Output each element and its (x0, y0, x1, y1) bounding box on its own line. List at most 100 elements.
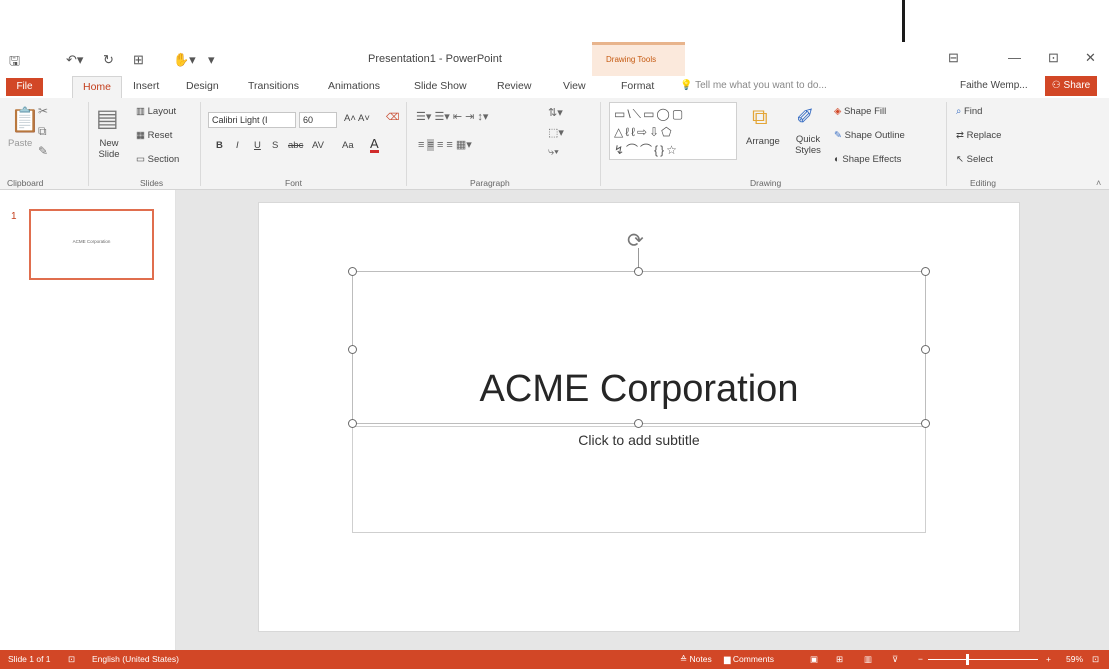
change-case-button[interactable]: Aa (342, 140, 354, 151)
shapes-row-1[interactable]: ▭\⟍▭◯▢ (614, 105, 732, 123)
minimize-button[interactable]: — (1008, 50, 1021, 65)
normal-view-icon[interactable]: ▣ (810, 654, 818, 665)
slide-thumbnail[interactable]: ACME Corporation (29, 209, 154, 280)
tab-design[interactable]: Design (186, 80, 219, 92)
resize-handle[interactable] (634, 419, 643, 428)
bullets-icon[interactable]: ☰▾ ☰▾ ⇤ ⇥ ↕▾ (416, 110, 488, 123)
align-icon[interactable]: ≡ ≡ ≡ ≡ ▦▾ (418, 138, 472, 151)
font-size-select[interactable]: 60 (299, 112, 337, 128)
reset-button[interactable]: ▦ Reset (136, 130, 172, 141)
new-slide-label-2: Slide (98, 149, 120, 160)
user-account[interactable]: Faithe Wemp... (960, 80, 1028, 91)
section-button[interactable]: ▭ Section (136, 154, 179, 165)
shapes-row-3[interactable]: ↯⌒⌒{}☆ (614, 141, 732, 159)
select-button[interactable]: ↖ Select (956, 154, 993, 165)
slideshow-view-icon[interactable]: ⊽ (892, 654, 898, 665)
grow-font-icon[interactable]: A˄ A˅ (344, 113, 370, 124)
shape-outline-button[interactable]: ✎ Shape Outline (834, 130, 905, 141)
layout-button[interactable]: ▥ Layout (136, 106, 176, 117)
resize-handle[interactable] (348, 419, 357, 428)
share-label: Share (1063, 80, 1091, 91)
redo-icon[interactable]: ↻ (103, 52, 114, 68)
tab-animations[interactable]: Animations (328, 80, 380, 92)
resize-handle[interactable] (921, 419, 930, 428)
start-slideshow-icon[interactable]: ⊞ (133, 52, 144, 68)
separator (88, 102, 89, 186)
fit-slide-icon[interactable]: ⊡ (1092, 654, 1099, 665)
replace-button[interactable]: ⇄ Replace (956, 130, 1001, 141)
tab-insert[interactable]: Insert (133, 80, 159, 92)
clear-formatting-icon[interactable]: ⌫ (386, 112, 399, 123)
resize-handle[interactable] (348, 267, 357, 276)
arrange-button[interactable]: Arrange (746, 136, 780, 147)
new-slide-button[interactable]: New Slide (94, 138, 124, 160)
resize-handle[interactable] (634, 267, 643, 276)
zoom-in-icon[interactable]: + (1046, 654, 1051, 664)
strikethrough-button[interactable]: abc (288, 140, 303, 151)
touch-mode-icon[interactable]: ✋▾ (173, 52, 196, 68)
spell-check-icon[interactable]: ⊡ (68, 654, 75, 665)
italic-button[interactable]: I (236, 140, 239, 151)
language-indicator[interactable]: English (United States) (92, 654, 179, 664)
close-button[interactable]: ✕ (1085, 50, 1096, 66)
collapse-ribbon-icon[interactable]: ˄ (1096, 178, 1101, 188)
save-icon[interactable]: 🖫 (9, 52, 20, 74)
find-button[interactable]: ⌕ Find (956, 106, 982, 117)
align-text-icon[interactable]: ⬚▾ (548, 126, 564, 139)
format-painter-icon[interactable]: ✎ (38, 144, 48, 158)
slide-title[interactable]: ACME Corporation (352, 368, 926, 411)
thumbnail-title: ACME Corporation (72, 239, 111, 244)
font-color-button[interactable]: A (370, 137, 379, 153)
shapes-gallery[interactable]: ▭\⟍▭◯▢ △ℓℓ⇨⇩⬠ ↯⌒⌒{}☆ (609, 102, 737, 160)
tab-transitions[interactable]: Transitions (248, 80, 299, 92)
reading-view-icon[interactable]: ▥ (864, 654, 872, 665)
copy-icon[interactable]: ⧉ (38, 124, 47, 139)
char-spacing-button[interactable]: AV (312, 140, 324, 151)
cut-icon[interactable]: ✂ (38, 104, 48, 118)
smartart-icon[interactable]: ⤷▾ (548, 146, 559, 159)
ribbon-tabs: File Home Insert Design Transitions Anim… (0, 76, 1109, 99)
customize-qat-icon[interactable]: ▾ (208, 52, 215, 68)
resize-handle[interactable] (921, 267, 930, 276)
replace-label: Replace (966, 130, 1002, 141)
arrange-icon[interactable]: ⧉ (752, 104, 768, 130)
drawing-tools-context: Drawing Tools (592, 42, 685, 76)
zoom-out-icon[interactable]: − (918, 654, 923, 664)
share-button[interactable]: ⚇ Share (1045, 76, 1097, 96)
ribbon-display-icon[interactable]: ⊟ (948, 50, 959, 66)
replace-icon: ⇄ (956, 130, 967, 141)
paste-icon[interactable]: 📋 (10, 106, 40, 135)
paste-label[interactable]: Paste (8, 138, 32, 149)
quick-styles-button[interactable]: Quick Styles (790, 134, 826, 156)
bold-button[interactable]: B (216, 140, 223, 151)
tab-slideshow[interactable]: Slide Show (414, 80, 467, 92)
resize-handle[interactable] (348, 345, 357, 354)
resize-handle[interactable] (921, 345, 930, 354)
tab-file[interactable]: File (6, 78, 43, 96)
zoom-level[interactable]: 59% (1066, 654, 1083, 664)
underline-button[interactable]: U (254, 140, 261, 151)
tab-format[interactable]: Format (621, 80, 654, 92)
quick-styles-icon[interactable]: ✐ (796, 104, 814, 130)
tab-review[interactable]: Review (497, 80, 531, 92)
tab-view[interactable]: View (563, 80, 586, 92)
rotation-handle-icon[interactable]: ⟳ (627, 228, 644, 253)
subtitle-prompt[interactable]: Click to add subtitle (352, 432, 926, 448)
zoom-slider[interactable] (928, 659, 1038, 660)
text-direction-icon[interactable]: ⇅▾ (548, 106, 563, 119)
shape-fill-button[interactable]: ◈ Shape Fill (834, 106, 886, 117)
font-name-select[interactable]: Calibri Light (I (208, 112, 296, 128)
shape-effects-button[interactable]: ◐ Shape Effects (834, 154, 901, 165)
tab-home[interactable]: Home (72, 76, 122, 99)
slide-sorter-icon[interactable]: ⊞ (836, 654, 843, 665)
new-slide-icon[interactable]: ▤ (96, 104, 119, 133)
restore-button[interactable]: ⊡ (1048, 50, 1059, 66)
shadow-button[interactable]: S (272, 140, 278, 151)
notes-button[interactable]: ≙ Notes (680, 654, 712, 665)
undo-icon[interactable]: ↶▾ (66, 52, 83, 68)
lightbulb-icon: 💡 (680, 80, 696, 91)
tell-me-search[interactable]: 💡 Tell me what you want to do... (680, 80, 827, 91)
shapes-row-2[interactable]: △ℓℓ⇨⇩⬠ (614, 123, 732, 141)
zoom-slider-thumb[interactable] (966, 654, 969, 665)
comments-button[interactable]: ▆ Comments (724, 654, 774, 665)
